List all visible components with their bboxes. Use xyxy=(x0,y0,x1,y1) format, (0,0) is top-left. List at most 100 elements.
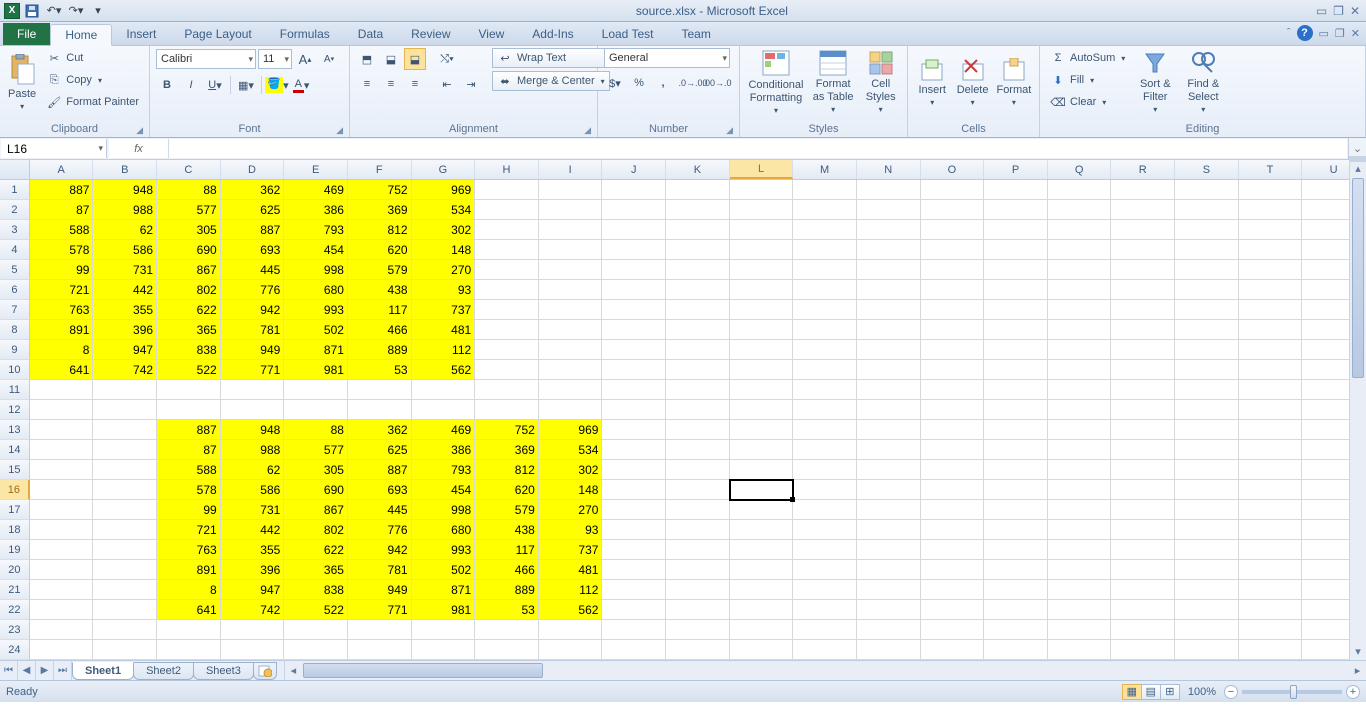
cell-S19[interactable] xyxy=(1175,540,1239,560)
cell-L8[interactable] xyxy=(730,320,794,340)
tab-home[interactable]: Home xyxy=(50,24,112,46)
cell-M6[interactable] xyxy=(793,280,857,300)
cell-H22[interactable]: 53 xyxy=(475,600,539,620)
cell-S20[interactable] xyxy=(1175,560,1239,580)
cell-G8[interactable]: 481 xyxy=(412,320,476,340)
cell-Q24[interactable] xyxy=(1048,640,1112,660)
cell-G20[interactable]: 502 xyxy=(412,560,476,580)
cell-G24[interactable] xyxy=(412,640,476,660)
cell-A9[interactable]: 8 xyxy=(30,340,94,360)
increase-indent-button[interactable]: ⇥ xyxy=(460,73,482,95)
cell-K21[interactable] xyxy=(666,580,730,600)
cell-J16[interactable] xyxy=(602,480,666,500)
row-header-23[interactable]: 23 xyxy=(0,620,30,640)
number-dialog-launcher[interactable]: ◢ xyxy=(726,125,733,136)
cell-O18[interactable] xyxy=(921,520,985,540)
cell-B17[interactable] xyxy=(93,500,157,520)
cell-S14[interactable] xyxy=(1175,440,1239,460)
cell-M4[interactable] xyxy=(793,240,857,260)
cell-P21[interactable] xyxy=(984,580,1048,600)
cell-I9[interactable] xyxy=(539,340,603,360)
cell-T8[interactable] xyxy=(1239,320,1303,340)
row-header-20[interactable]: 20 xyxy=(0,560,30,580)
cell-P16[interactable] xyxy=(984,480,1048,500)
cell-R11[interactable] xyxy=(1111,380,1175,400)
borders-button[interactable]: ▦▾ xyxy=(235,74,257,96)
cell-N18[interactable] xyxy=(857,520,921,540)
cell-S21[interactable] xyxy=(1175,580,1239,600)
align-bottom-button[interactable]: ⬓ xyxy=(404,48,426,70)
cell-D7[interactable]: 942 xyxy=(221,300,285,320)
cell-C7[interactable]: 622 xyxy=(157,300,221,320)
cell-R12[interactable] xyxy=(1111,400,1175,420)
cell-J21[interactable] xyxy=(602,580,666,600)
comma-format-button[interactable]: , xyxy=(652,72,674,94)
column-header-A[interactable]: A xyxy=(30,160,94,179)
column-header-Q[interactable]: Q xyxy=(1048,160,1112,179)
cell-N14[interactable] xyxy=(857,440,921,460)
cell-P12[interactable] xyxy=(984,400,1048,420)
cell-B13[interactable] xyxy=(93,420,157,440)
cell-K3[interactable] xyxy=(666,220,730,240)
cell-T24[interactable] xyxy=(1239,640,1303,660)
cell-M16[interactable] xyxy=(793,480,857,500)
cell-M9[interactable] xyxy=(793,340,857,360)
cell-K24[interactable] xyxy=(666,640,730,660)
cell-T6[interactable] xyxy=(1239,280,1303,300)
row-header-22[interactable]: 22 xyxy=(0,600,30,620)
cell-I19[interactable]: 737 xyxy=(539,540,603,560)
cell-D13[interactable]: 948 xyxy=(221,420,285,440)
align-left-button[interactable]: ≡ xyxy=(356,73,378,95)
cell-R8[interactable] xyxy=(1111,320,1175,340)
cell-Q3[interactable] xyxy=(1048,220,1112,240)
cell-I8[interactable] xyxy=(539,320,603,340)
bold-button[interactable]: B xyxy=(156,74,178,96)
cell-L20[interactable] xyxy=(730,560,794,580)
cell-C18[interactable]: 721 xyxy=(157,520,221,540)
cell-T11[interactable] xyxy=(1239,380,1303,400)
cell-P1[interactable] xyxy=(984,180,1048,200)
cell-H24[interactable] xyxy=(475,640,539,660)
column-header-L[interactable]: L xyxy=(730,160,794,179)
tab-review[interactable]: Review xyxy=(397,23,464,45)
last-sheet-button[interactable]: ⏭ xyxy=(54,661,72,680)
cell-J6[interactable] xyxy=(602,280,666,300)
window-minimize-button[interactable]: ▭ xyxy=(1319,27,1329,40)
cell-C12[interactable] xyxy=(157,400,221,420)
row-header-17[interactable]: 17 xyxy=(0,500,30,520)
cell-G15[interactable]: 793 xyxy=(412,460,476,480)
cell-A21[interactable] xyxy=(30,580,94,600)
cell-S17[interactable] xyxy=(1175,500,1239,520)
cell-J11[interactable] xyxy=(602,380,666,400)
cell-R13[interactable] xyxy=(1111,420,1175,440)
cell-D22[interactable]: 742 xyxy=(221,600,285,620)
cell-Q9[interactable] xyxy=(1048,340,1112,360)
sheet-tab-sheet2[interactable]: Sheet2 xyxy=(133,662,194,680)
cell-N4[interactable] xyxy=(857,240,921,260)
cell-F14[interactable]: 625 xyxy=(348,440,412,460)
cell-A22[interactable] xyxy=(30,600,94,620)
scroll-up-arrow[interactable]: ▴ xyxy=(1350,160,1366,177)
cell-F22[interactable]: 771 xyxy=(348,600,412,620)
cell-I14[interactable]: 534 xyxy=(539,440,603,460)
cell-M19[interactable] xyxy=(793,540,857,560)
cell-S15[interactable] xyxy=(1175,460,1239,480)
italic-button[interactable]: I xyxy=(180,74,202,96)
cell-O4[interactable] xyxy=(921,240,985,260)
fx-button[interactable]: fx xyxy=(109,139,169,158)
decrease-indent-button[interactable]: ⇤ xyxy=(436,73,458,95)
cell-P7[interactable] xyxy=(984,300,1048,320)
scroll-left-arrow[interactable]: ◂ xyxy=(285,661,302,680)
row-header-14[interactable]: 14 xyxy=(0,440,30,460)
accounting-format-button[interactable]: $▾ xyxy=(604,72,626,94)
cell-S22[interactable] xyxy=(1175,600,1239,620)
cell-I17[interactable]: 270 xyxy=(539,500,603,520)
cell-M10[interactable] xyxy=(793,360,857,380)
name-box[interactable]: L16 xyxy=(1,139,107,158)
sheet-tab-sheet3[interactable]: Sheet3 xyxy=(193,662,254,680)
cell-T20[interactable] xyxy=(1239,560,1303,580)
cell-Q1[interactable] xyxy=(1048,180,1112,200)
cell-N5[interactable] xyxy=(857,260,921,280)
cell-B16[interactable] xyxy=(93,480,157,500)
cell-A12[interactable] xyxy=(30,400,94,420)
